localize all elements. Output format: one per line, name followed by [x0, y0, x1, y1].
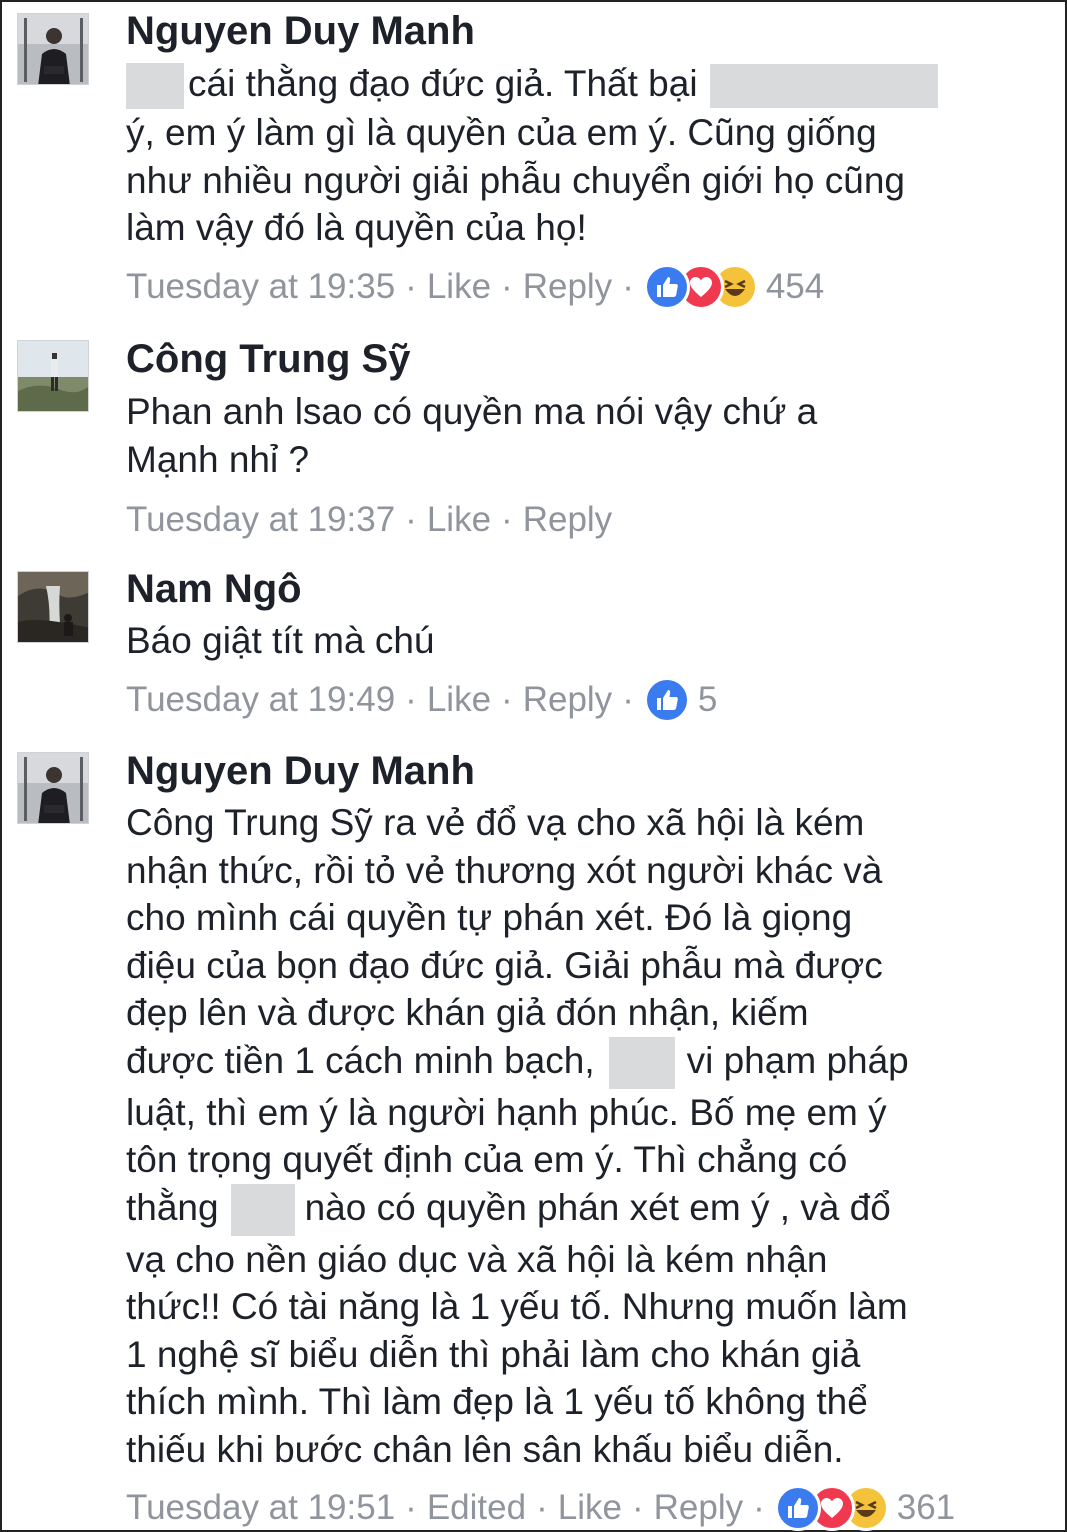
reply-link[interactable]: Reply — [523, 265, 612, 309]
comment-timestamp[interactable]: Tuesday at 19:37 — [126, 498, 395, 542]
comment-line: Phan anh lsao có quyền ma nói vậy chứ a — [126, 391, 818, 432]
comment-author[interactable]: Công Trung Sỹ — [126, 336, 1036, 382]
comment-author[interactable]: Nam Ngô — [126, 566, 1036, 612]
comment-line: đẹp lên và được khán giả đón nhận, kiếm — [126, 992, 809, 1033]
comment-line: luật, thì em ý là người hạnh phúc. Bố mẹ… — [126, 1091, 887, 1133]
avatar[interactable] — [17, 340, 89, 412]
redacted-text — [608, 1036, 675, 1089]
comment-author[interactable]: Nguyen Duy Manh — [126, 748, 1036, 794]
comment-line: tôn trọng quyết định của em ý. Thì chẳng… — [126, 1139, 848, 1181]
redacted-text — [709, 64, 938, 109]
reply-link[interactable]: Reply — [654, 1486, 743, 1530]
like-icon — [774, 1485, 821, 1532]
comment-line: nhận thức, rồi tỏ vẻ thương xót người kh… — [126, 849, 883, 891]
like-link[interactable]: Like — [427, 678, 491, 722]
avatar[interactable] — [17, 571, 89, 643]
comment-timestamp[interactable]: Tuesday at 19:35 — [126, 265, 395, 309]
comment-line: cái thằng đạo đức giả. Thất bại — [126, 60, 1036, 110]
comment-line: làm vậy đó là quyền của họ! — [126, 207, 587, 249]
like-icon — [643, 263, 690, 310]
comment-line: vạ cho nền giáo dục và xã hội là kém nhậ… — [126, 1238, 828, 1280]
comment-line: thức!! Có tài năng là 1 yếu tố. Nhưng mu… — [126, 1286, 908, 1328]
reaction-count[interactable]: 361 — [897, 1486, 955, 1530]
reply-link[interactable]: Reply — [523, 498, 612, 542]
like-link[interactable]: Like — [427, 265, 491, 309]
reply-link[interactable]: Reply — [523, 678, 612, 722]
comment-line: như nhiều người giải phẫu chuyển giới họ… — [126, 159, 905, 201]
comment-text: Báo giật tít mà chú — [126, 617, 1036, 665]
comment-line: ý, em ý làm gì là quyền của em ý. Cũng g… — [126, 112, 877, 154]
comment-line: 1 nghệ sĩ biểu diễn thì phải làm cho khá… — [126, 1333, 861, 1375]
comment-text: Công Trung Sỹ ra vẻ đổ vạ cho xã hội là … — [126, 799, 1036, 1473]
comment-line: Báo giật tít mà chú — [126, 620, 435, 661]
comment-line: thằng nào có quyền phán xét em ý , và đổ — [126, 1183, 1036, 1236]
comment-meta: Tuesday at 19:35 · Like · Reply · 454 — [126, 263, 1036, 310]
comment-timestamp[interactable]: Tuesday at 19:51 — [126, 1486, 395, 1530]
avatar[interactable] — [17, 752, 89, 824]
comment-line: thiếu khi bước chân lên sân khấu biểu di… — [126, 1428, 844, 1470]
reaction-count[interactable]: 5 — [698, 678, 717, 722]
comment-text: cái thằng đạo đức giả. Thất bại ý, em ý … — [126, 60, 1036, 252]
reactions-summary[interactable] — [643, 676, 690, 723]
comment-meta: Tuesday at 19:37 · Like · Reply — [126, 498, 1036, 542]
reactions-summary[interactable] — [643, 263, 758, 310]
avatar[interactable] — [17, 13, 89, 85]
redacted-text — [230, 1183, 295, 1236]
comment-line: điệu của bọn đạo đức giả. Giải phẫu mà đ… — [126, 944, 883, 986]
like-link[interactable]: Like — [558, 1486, 622, 1530]
comment-author[interactable]: Nguyen Duy Manh — [126, 8, 1036, 54]
comment-text: Phan anh lsao có quyền ma nói vậy chứ a … — [126, 388, 1036, 483]
comment-meta: Tuesday at 19:51 · Edited · Like · Reply… — [126, 1485, 1036, 1532]
comment-line: thích mình. Thì làm đẹp là 1 yếu tố khôn… — [126, 1381, 868, 1423]
edited-label[interactable]: Edited — [427, 1486, 526, 1530]
comment-line: Mạnh nhỉ ? — [126, 438, 310, 480]
reactions-summary[interactable] — [774, 1485, 889, 1532]
comment-timestamp[interactable]: Tuesday at 19:49 — [126, 678, 395, 722]
comment-line: Công Trung Sỹ ra vẻ đổ vạ cho xã hội là … — [126, 802, 865, 843]
like-icon — [643, 676, 690, 723]
comment-line: được tiền 1 cách minh bạch, vi phạm pháp — [126, 1036, 1036, 1089]
comment-line: cho mình cái quyền tự phán xét. Đó là gi… — [126, 897, 853, 938]
comment-meta: Tuesday at 19:49 · Like · Reply · 5 — [126, 676, 1036, 723]
reaction-count[interactable]: 454 — [766, 265, 824, 309]
like-link[interactable]: Like — [427, 498, 491, 542]
redacted-text — [126, 63, 184, 110]
